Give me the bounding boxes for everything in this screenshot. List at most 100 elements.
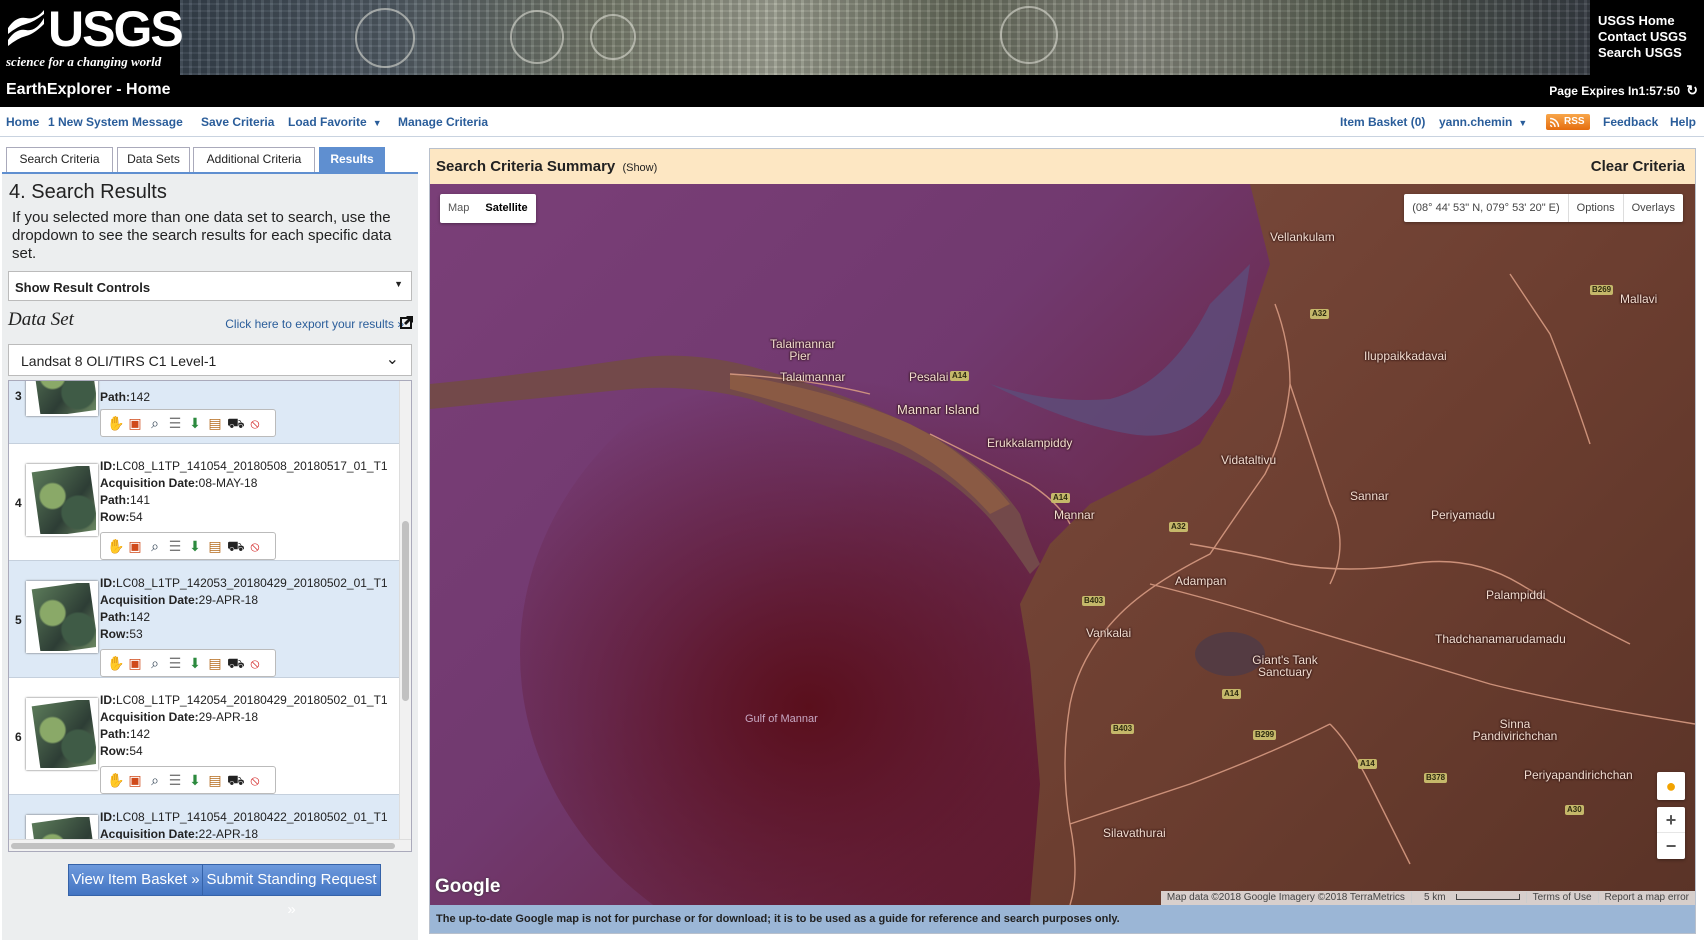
results-scrollbar-vertical[interactable] (399, 381, 411, 839)
bulk-download-icon[interactable]: ▤ (207, 538, 223, 554)
usgs-banner: USGS science for a changing world USGS H… (0, 0, 1704, 75)
scene-thumbnail[interactable] (26, 581, 98, 653)
cart-icon[interactable]: ⛟ (227, 415, 245, 431)
scene-thumbnail[interactable] (26, 464, 98, 536)
footprint-icon[interactable]: ✋ (107, 538, 124, 554)
download-icon[interactable]: ⬇ (187, 415, 203, 431)
zoom-icon[interactable]: ⌕ (147, 538, 163, 554)
metadata-icon[interactable]: ☰ (167, 772, 183, 788)
road-shield: A32 (1169, 522, 1188, 532)
result-date-label: Acquisition Date: (100, 710, 199, 724)
nav-user-menu[interactable]: yann.chemin ▼ (1439, 115, 1527, 129)
show-result-controls-dropdown[interactable]: Show Result Controls ▼ (8, 271, 412, 301)
result-row[interactable]: 4 ID:LC08_L1TP_141054_20180508_20180517_0… (9, 444, 399, 561)
nav-save-criteria[interactable]: Save Criteria (201, 115, 274, 129)
cart-icon[interactable]: ⛟ (227, 772, 245, 788)
map-scale-label: 5 km (1423, 892, 1446, 903)
nav-home[interactable]: Home (6, 115, 39, 129)
bulk-download-icon[interactable]: ▤ (207, 655, 223, 671)
map-label: Vidataltivu (1221, 453, 1277, 467)
map-type-satellite-button[interactable]: Satellite (477, 194, 535, 223)
nav-system-message[interactable]: 1 New System Message (48, 115, 183, 129)
overlay-icon[interactable]: ▣ (127, 655, 143, 671)
street-view-pegman-icon[interactable]: ● (1657, 772, 1685, 800)
nav-manage-criteria[interactable]: Manage Criteria (398, 115, 488, 129)
bulk-download-icon[interactable]: ▤ (207, 772, 223, 788)
map-label: Vankalai (1086, 626, 1132, 640)
result-row[interactable]: 6 ID:LC08_L1TP_142054_20180429_20180502_0… (9, 678, 399, 795)
nav-load-favorite[interactable]: Load Favorite ▼ (288, 115, 382, 129)
tab-results[interactable]: Results (319, 147, 385, 172)
exclude-icon[interactable]: ⦸ (247, 538, 263, 554)
refresh-icon[interactable]: ↻ (1686, 82, 1698, 99)
metadata-icon[interactable]: ☰ (167, 538, 183, 554)
overlay-icon[interactable]: ▣ (127, 415, 143, 431)
terms-of-use-link[interactable]: Terms of Use (1525, 892, 1598, 903)
banner-aerial-photo (180, 0, 1590, 75)
usgs-home-link[interactable]: USGS Home (1598, 13, 1704, 29)
metadata-icon[interactable]: ☰ (167, 655, 183, 671)
overlay-icon[interactable]: ▣ (127, 772, 143, 788)
exclude-icon[interactable]: ⦸ (247, 772, 263, 788)
results-list[interactable]: 3Path:142Row:54✋▣⌕☰⬇▤⛟⦸4ID:LC08_L1TP_141… (8, 380, 412, 852)
zoom-icon[interactable]: ⌕ (147, 415, 163, 431)
zoom-icon[interactable]: ⌕ (147, 772, 163, 788)
exclude-icon[interactable]: ⦸ (247, 415, 263, 431)
zoom-icon[interactable]: ⌕ (147, 655, 163, 671)
tab-search-criteria[interactable]: Search Criteria (6, 147, 113, 172)
download-icon[interactable]: ⬇ (187, 538, 203, 554)
footprint-icon[interactable]: ✋ (107, 772, 124, 788)
chevron-down-icon: ⌄ (385, 351, 399, 368)
contact-usgs-link[interactable]: Contact USGS (1598, 29, 1704, 45)
result-row[interactable]: 5 ID:LC08_L1TP_142053_20180429_20180502_0… (9, 561, 399, 678)
usgs-tagline: science for a changing world (6, 54, 162, 69)
map-label: Erukkalampiddy (987, 436, 1073, 450)
map-scale[interactable]: 5 km (1410, 892, 1526, 903)
nav-feedback[interactable]: Feedback (1603, 115, 1658, 129)
result-row-value: 54 (129, 510, 143, 524)
external-link-icon[interactable] (400, 315, 414, 329)
result-row-line: Row:54 (100, 509, 388, 526)
zoom-out-button[interactable]: − (1657, 833, 1685, 859)
dataset-select[interactable]: Landsat 8 OLI/TIRS C1 Level-1 ⌄ (8, 344, 412, 376)
result-id: LC08_L1TP_141054_20180508_20180517_01_T1 (116, 459, 388, 473)
chevron-down-icon: ▼ (394, 279, 403, 289)
search-usgs-link[interactable]: Search USGS (1598, 45, 1704, 61)
map-type-map-button[interactable]: Map (440, 194, 477, 223)
nav-item-basket[interactable]: Item Basket (0) (1340, 115, 1425, 129)
metadata-icon[interactable]: ☰ (167, 415, 183, 431)
result-row[interactable]: 3Path:142Row:54✋▣⌕☰⬇▤⛟⦸ (9, 381, 399, 444)
rss-icon[interactable]: RSS (1546, 114, 1590, 130)
footprint-icon[interactable]: ✋ (107, 655, 124, 671)
summary-show-link[interactable]: (Show) (622, 162, 657, 174)
usgs-logo[interactable]: USGS science for a changing world (0, 0, 184, 75)
footprint-icon[interactable]: ✋ (107, 415, 124, 431)
cart-icon[interactable]: ⛟ (227, 538, 245, 554)
download-icon[interactable]: ⬇ (187, 772, 203, 788)
bulk-download-icon[interactable]: ▤ (207, 415, 223, 431)
cart-icon[interactable]: ⛟ (227, 655, 245, 671)
summary-title-text: Search Criteria Summary (436, 158, 616, 175)
tab-additional-criteria[interactable]: Additional Criteria (193, 147, 315, 172)
nav-help[interactable]: Help (1670, 115, 1696, 129)
scene-thumbnail[interactable] (26, 381, 98, 416)
map-options-button[interactable]: Options (1567, 194, 1623, 222)
results-scrollbar-horizontal[interactable] (9, 839, 411, 851)
scene-thumbnail[interactable] (26, 698, 98, 770)
export-results-link[interactable]: Click here to export your results » (225, 317, 404, 331)
view-item-basket-button[interactable]: View Item Basket » (68, 864, 203, 896)
result-id-line: ID:LC08_L1TP_142053_20180429_20180502_01… (100, 575, 388, 592)
road-shield: A14 (1222, 689, 1241, 699)
submit-standing-request-button[interactable]: Submit Standing Request » (202, 864, 381, 918)
map-overlays-button[interactable]: Overlays (1622, 194, 1683, 222)
report-map-error-link[interactable]: Report a map error (1597, 892, 1695, 903)
google-map[interactable]: Vellankulam Mallavi Iluppaikkadavai Tala… (430, 184, 1695, 905)
road-shield: B269 (1590, 285, 1614, 295)
tab-data-sets[interactable]: Data Sets (117, 147, 190, 172)
zoom-in-button[interactable]: + (1657, 807, 1685, 833)
exclude-icon[interactable]: ⦸ (247, 655, 263, 671)
download-icon[interactable]: ⬇ (187, 655, 203, 671)
clear-criteria-button[interactable]: Clear Criteria (1591, 158, 1685, 175)
result-path-label: Path: (100, 390, 130, 404)
overlay-icon[interactable]: ▣ (127, 538, 143, 554)
